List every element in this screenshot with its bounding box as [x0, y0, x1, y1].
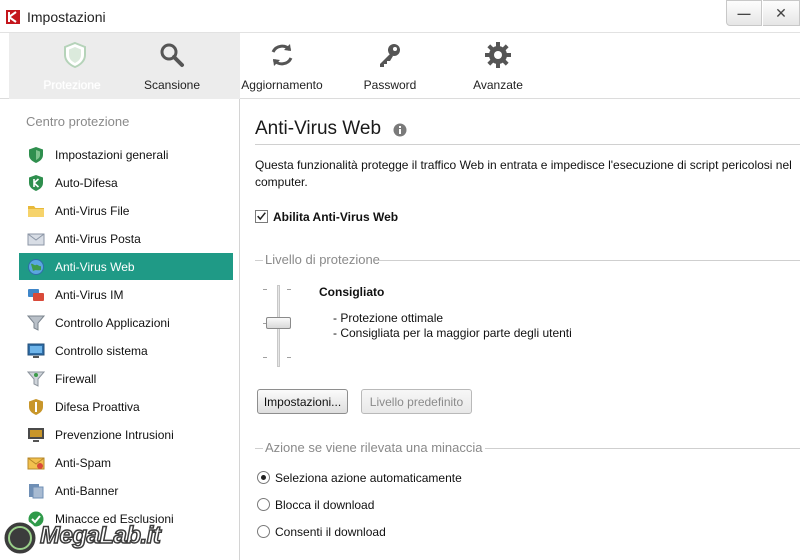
sidebar-item-prevenzione-intrusioni[interactable]: Prevenzione Intrusioni	[19, 421, 233, 448]
sidebar-item-controllo-sistema[interactable]: Controllo sistema	[19, 337, 233, 364]
tab-aggiornamento-label: Aggiornamento	[241, 78, 323, 92]
folder-icon	[28, 205, 44, 217]
sidebar-item-label: Anti-Virus File	[55, 203, 130, 218]
monitor-icon	[27, 343, 45, 358]
intrusion-monitor-icon	[28, 427, 44, 442]
minimize-button[interactable]: —	[726, 0, 762, 26]
sidebar-item-label: Anti-Virus IM	[55, 287, 124, 302]
sidebar-item-label: Controllo sistema	[55, 343, 148, 358]
sidebar-item-label: Anti-Virus Web	[55, 259, 135, 274]
banner-icon	[29, 483, 44, 498]
tab-avanzate-label: Avanzate	[473, 78, 523, 92]
sidebar-item-impostazioni-generali[interactable]: Impostazioni generali	[19, 141, 233, 168]
page-title: Anti-Virus Web	[255, 118, 382, 139]
protection-level-slider-thumb[interactable]	[266, 317, 291, 329]
sidebar-item-label: Difesa Proattiva	[55, 399, 140, 414]
checkmark-icon	[257, 212, 266, 221]
protection-group-title: Livello di protezione	[263, 252, 382, 267]
sidebar-item-auto-difesa[interactable]: Auto-Difesa	[19, 169, 233, 196]
sidebar-item-anti-virus-posta[interactable]: Anti-Virus Posta	[19, 225, 233, 252]
sidebar-item-difesa-proattiva[interactable]: Difesa Proattiva	[19, 393, 233, 420]
envelope-icon	[27, 233, 45, 245]
protection-level-detail: - Consigliata per la maggior parte degli…	[333, 326, 572, 340]
app-logo-icon	[6, 10, 20, 24]
funnel-icon	[27, 315, 45, 331]
enable-anti-virus-web-label[interactable]: Abilita Anti-Virus Web	[273, 210, 398, 224]
sidebar-item-anti-spam[interactable]: Anti-Spam	[19, 449, 233, 476]
settings-button[interactable]: Impostazioni...	[257, 389, 348, 414]
main-toolbar: Protezione Scansione Aggiornamento Passw…	[0, 33, 800, 99]
action-group-line-right	[485, 448, 800, 449]
default-level-button[interactable]: Livello predefinito	[361, 389, 472, 414]
key-icon	[380, 44, 400, 67]
sidebar-heading: Centro protezione	[26, 114, 130, 129]
refresh-icon	[271, 44, 293, 66]
tab-scansione[interactable]: Scansione	[132, 33, 212, 99]
sidebar-item-anti-virus-im[interactable]: Anti-Virus IM	[19, 281, 233, 308]
sidebar-item-anti-virus-web[interactable]: Anti-Virus Web	[19, 253, 233, 280]
spam-envelope-icon	[27, 457, 45, 469]
window-title: Impostazioni	[27, 9, 106, 25]
sidebar: Centro protezione Impostazioni generali …	[0, 99, 240, 560]
sidebar-item-label: Impostazioni generali	[55, 147, 169, 162]
description-text: Questa funzionalità protegge il traffico…	[255, 158, 792, 189]
radio-allow-download[interactable]	[257, 525, 270, 538]
tab-scansione-label: Scansione	[143, 78, 201, 92]
action-group-line-left	[255, 448, 263, 449]
protection-level-name: Consigliato	[319, 285, 385, 299]
sidebar-item-label: Prevenzione Intrusioni	[55, 427, 174, 442]
minimize-icon: —	[737, 5, 751, 21]
sidebar-item-controllo-applicazioni[interactable]: Controllo Applicazioni	[19, 309, 233, 336]
slider-tick	[263, 289, 267, 290]
title-divider	[255, 144, 800, 145]
sidebar-item-label: Anti-Banner	[55, 483, 119, 498]
shield-icon	[64, 41, 86, 69]
tab-avanzate[interactable]: Avanzate	[458, 33, 538, 99]
proactive-shield-icon	[29, 398, 43, 415]
radio-block-download[interactable]	[257, 498, 270, 511]
tab-aggiornamento[interactable]: Aggiornamento	[236, 33, 328, 99]
watermark-text: MegaLab.it	[39, 521, 161, 550]
sidebar-item-label: Anti-Spam	[55, 455, 112, 470]
radio-auto-action-label[interactable]: Seleziona azione automaticamente	[275, 471, 462, 485]
slider-tick	[287, 357, 291, 358]
protection-group-line-left	[255, 260, 263, 261]
tab-password-label: Password	[363, 78, 417, 92]
sidebar-item-label: Auto-Difesa	[55, 175, 118, 190]
chat-icon	[28, 288, 44, 301]
watermark-badge-icon	[1, 519, 39, 557]
sidebar-item-anti-banner[interactable]: Anti-Banner	[19, 477, 233, 504]
slider-tick	[287, 289, 291, 290]
sidebar-item-label: Controllo Applicazioni	[55, 315, 170, 330]
sidebar-item-label: Anti-Virus Posta	[55, 231, 141, 246]
globe-icon	[28, 258, 44, 275]
content-panel: Anti-Virus Web Questa funzionalità prote…	[241, 99, 800, 560]
enable-anti-virus-web-checkbox[interactable]	[255, 210, 268, 223]
watermark-logo: MegaLab.it	[0, 512, 190, 560]
firewall-icon	[27, 371, 45, 387]
radio-block-download-label[interactable]: Blocca il download	[275, 498, 374, 512]
close-button[interactable]: ✕	[763, 0, 800, 26]
close-icon: ✕	[775, 4, 787, 21]
shield-icon	[29, 146, 43, 163]
info-icon[interactable]	[393, 123, 407, 137]
protection-level-detail: - Protezione ottimale	[333, 311, 444, 325]
sidebar-item-firewall[interactable]: Firewall	[19, 365, 233, 392]
tab-password[interactable]: Password	[350, 33, 430, 99]
tab-protezione-label: Protezione	[43, 78, 101, 92]
gear-icon	[485, 42, 511, 68]
radio-allow-download-label[interactable]: Consenti il download	[275, 525, 386, 539]
magnifier-icon	[160, 43, 184, 67]
sidebar-item-anti-virus-file[interactable]: Anti-Virus File	[19, 197, 233, 224]
slider-tick	[263, 357, 267, 358]
protection-group-line-right	[379, 260, 800, 261]
title-bar: Impostazioni — ✕	[0, 0, 800, 33]
k-shield-icon	[29, 174, 43, 191]
sidebar-item-label: Firewall	[55, 371, 97, 386]
radio-auto-action[interactable]	[257, 471, 270, 484]
action-group-title: Azione se viene rilevata una minaccia	[263, 440, 485, 455]
